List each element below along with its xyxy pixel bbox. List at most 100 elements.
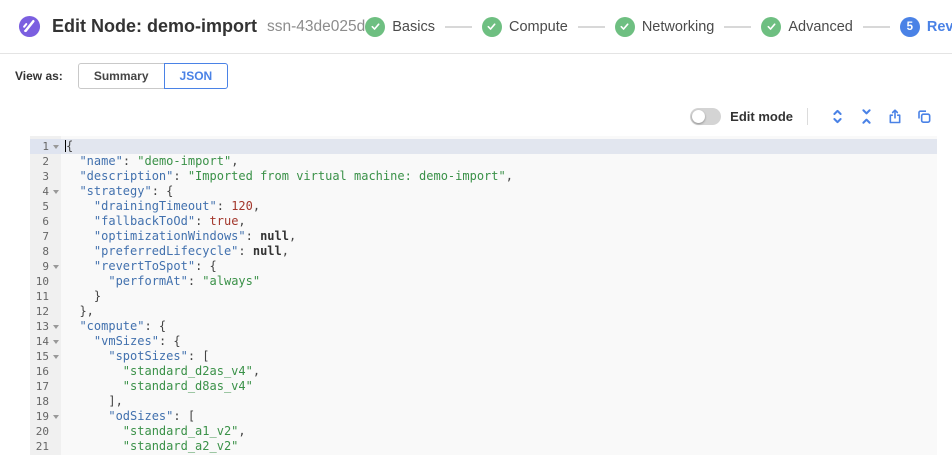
code-token: }, [79,304,93,318]
code-token: "performAt" [108,274,187,288]
code-line[interactable]: "compute": { [61,319,937,334]
code-line[interactable]: "standard_a2_v2" [61,439,937,454]
line-number[interactable]: 20 [30,424,61,439]
code-token: "revertToSpot" [94,259,195,273]
view-as-label: View as: [15,69,63,83]
code-line[interactable]: "strategy": { [61,184,937,199]
code-token [65,289,94,303]
line-number[interactable]: 9 [30,259,61,274]
line-number[interactable]: 18 [30,394,61,409]
code-line[interactable]: "fallbackToOd": true, [61,214,937,229]
code-token: "standard_a2_v2" [123,439,239,453]
line-number[interactable]: 14 [30,334,61,349]
code-token [65,154,79,168]
fold-caret-icon[interactable] [53,190,59,194]
code-token: , [231,154,238,168]
fold-caret-icon[interactable] [53,325,59,329]
line-number[interactable]: 15 [30,349,61,364]
line-number[interactable]: 10 [30,274,61,289]
step-label: Review [927,19,952,35]
code-line[interactable]: "standard_a1_v2", [61,424,937,439]
code-token: "odSizes" [108,409,173,423]
code-token: : [246,229,260,243]
edit-mode-toggle[interactable] [690,108,721,125]
step-review[interactable]: 5Review [900,17,952,37]
code-token: , [253,364,260,378]
step-compute[interactable]: Compute [482,17,568,37]
code-token [65,409,108,423]
fold-caret-icon[interactable] [53,340,59,344]
step-networking[interactable]: Networking [615,17,715,37]
code-token [65,349,108,363]
code-line[interactable]: }, [61,304,937,319]
line-number[interactable]: 17 [30,379,61,394]
check-icon [761,17,781,37]
code-line[interactable]: "drainingTimeout": 120, [61,199,937,214]
collapse-icon[interactable] [854,105,878,127]
code-line[interactable]: "spotSizes": [ [61,349,937,364]
code-token: } [94,289,101,303]
code-token: , [289,229,296,243]
line-number[interactable]: 2 [30,154,61,169]
view-as-summary-button[interactable]: Summary [78,63,165,89]
editor-code-area[interactable]: { "name": "demo-import", "description": … [61,136,937,455]
code-line[interactable]: "name": "demo-import", [61,154,937,169]
code-line[interactable]: "standard_d2as_v4", [61,364,937,379]
code-token: "compute" [79,319,144,333]
code-token: : [217,199,231,213]
line-number[interactable]: 3 [30,169,61,184]
step-connector [578,26,605,28]
step-label: Basics [392,19,435,35]
code-line[interactable]: "description": "Imported from virtual ma… [61,169,937,184]
code-token: 120 [231,199,253,213]
code-token: : { [195,259,217,273]
code-token: , [238,214,245,228]
code-token: ], [108,394,122,408]
view-as-json-button[interactable]: JSON [164,63,229,89]
code-token [65,274,108,288]
code-token: : { [159,334,181,348]
fold-caret-icon[interactable] [53,145,59,149]
line-number[interactable]: 11 [30,289,61,304]
code-line[interactable]: "standard_d8as_v4" [61,379,937,394]
fold-caret-icon[interactable] [53,415,59,419]
json-code-editor[interactable]: 123456789101112131415161718192021 { "nam… [30,136,937,455]
code-token: "standard_a1_v2" [123,424,239,438]
code-token: "strategy" [79,184,151,198]
code-line[interactable]: ], [61,394,937,409]
code-line[interactable]: "odSizes": [ [61,409,937,424]
code-line[interactable]: } [61,289,937,304]
line-number[interactable]: 12 [30,304,61,319]
line-number[interactable]: 13 [30,319,61,334]
code-line[interactable]: "performAt": "always" [61,274,937,289]
line-number[interactable]: 5 [30,199,61,214]
line-number[interactable]: 19 [30,409,61,424]
line-number[interactable]: 1 [30,139,61,154]
code-line[interactable]: "preferredLifecycle": null, [61,244,937,259]
code-token: "drainingTimeout" [94,199,217,213]
copy-icon[interactable] [912,105,936,127]
expand-icon[interactable] [825,105,849,127]
line-number[interactable]: 8 [30,244,61,259]
code-token: { [66,139,73,153]
code-line[interactable]: "revertToSpot": { [61,259,937,274]
code-line[interactable]: { [61,139,937,154]
line-number[interactable]: 16 [30,364,61,379]
code-line[interactable]: "optimizationWindows": null, [61,229,937,244]
export-icon[interactable] [883,105,907,127]
line-number[interactable]: 4 [30,184,61,199]
code-line[interactable]: "vmSizes": { [61,334,937,349]
step-advanced[interactable]: Advanced [761,17,853,37]
check-icon [365,17,385,37]
fold-caret-icon[interactable] [53,355,59,359]
line-number[interactable]: 6 [30,214,61,229]
step-basics[interactable]: Basics [365,17,435,37]
stepper: Basics Compute Networking Advanced 5Review [365,17,952,37]
code-token: true [210,214,239,228]
line-number[interactable]: 7 [30,229,61,244]
line-number[interactable]: 21 [30,439,61,454]
fold-caret-icon[interactable] [53,265,59,269]
code-token: "name" [79,154,122,168]
code-token [65,319,79,333]
code-token [65,439,123,453]
